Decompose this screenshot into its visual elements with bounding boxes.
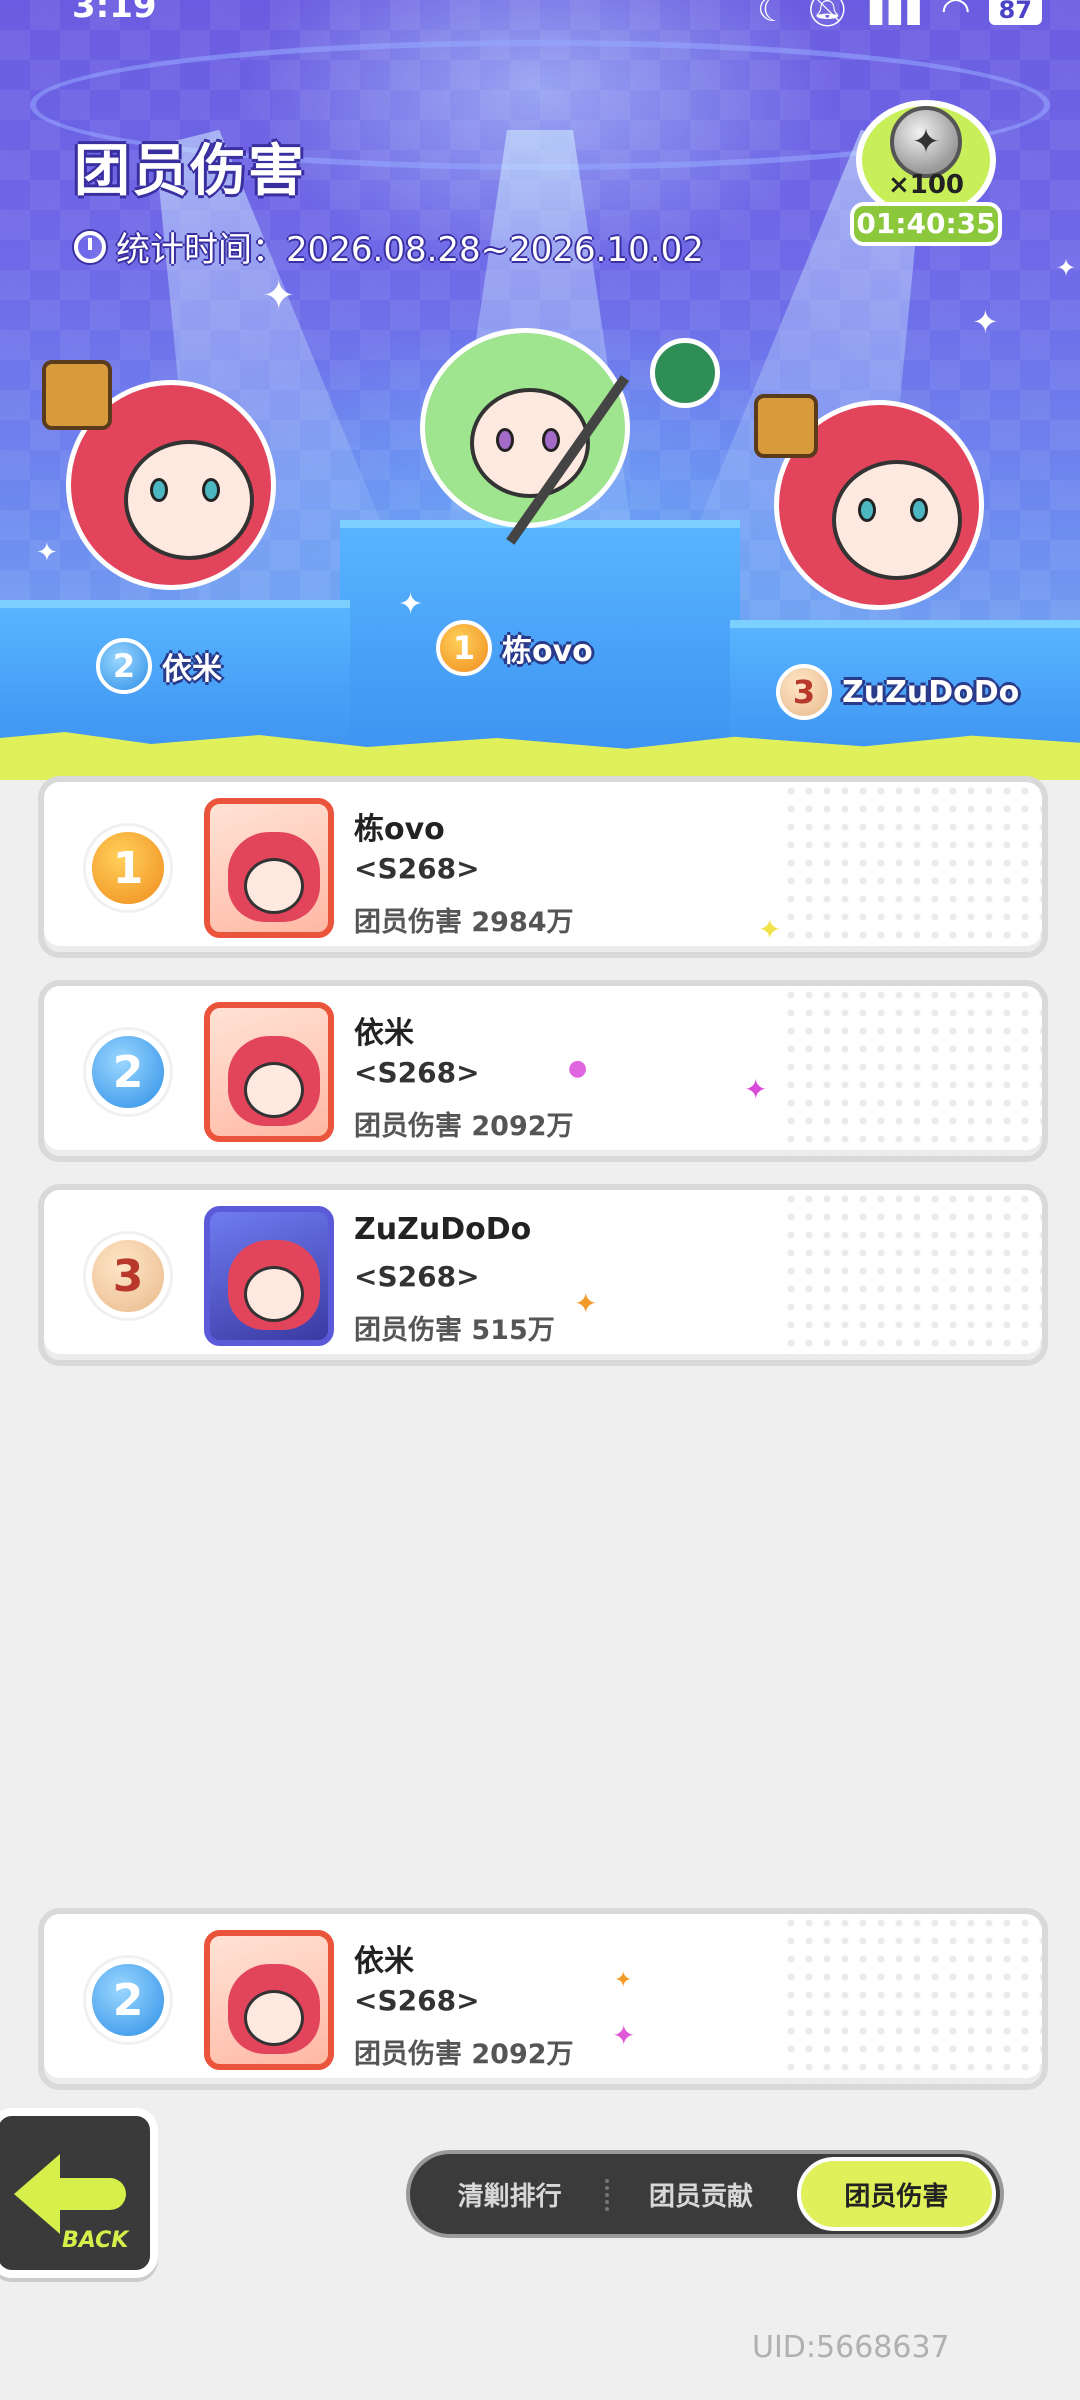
- rank-medal-icon: 2: [96, 638, 152, 694]
- sparkle-icon: ✦: [612, 2019, 636, 2052]
- sparkle-icon: ✦: [758, 913, 782, 946]
- card-dots: [782, 1914, 1042, 2084]
- tab-bar: 清剿排行 团员贡献 团员伤害: [406, 2150, 1004, 2238]
- avatar[interactable]: [204, 1930, 334, 2070]
- sparkle-icon: ✦: [1056, 254, 1077, 282]
- sparkle-icon: ✦: [972, 303, 999, 341]
- user-id: UID:5668637: [752, 2330, 950, 2365]
- sparkle-icon: ✦: [574, 1287, 598, 1320]
- member-server: <S268>: [354, 852, 480, 885]
- reward-badge[interactable]: ✦ ×100 01:40:35: [850, 100, 1002, 250]
- podium-name: 依米: [162, 652, 222, 687]
- member-name: 依米: [354, 1944, 414, 1979]
- self-ranking-row[interactable]: 2 依米 <S268> 团员伤害 2092万 ✦ ✦: [38, 1908, 1048, 2090]
- rank-medal-icon: 1: [436, 620, 492, 676]
- avatar[interactable]: [204, 1002, 334, 1142]
- back-button[interactable]: BACK: [0, 2108, 158, 2278]
- battery-icon: 87: [988, 0, 1042, 25]
- podium-name: 栋ovo: [502, 634, 593, 669]
- member-name: 依米: [354, 1016, 414, 1051]
- member-server: <S268>: [354, 1056, 480, 1089]
- rank-medal-icon: 3: [86, 1234, 170, 1318]
- sparkle-icon: ✦: [398, 587, 424, 622]
- avatar[interactable]: [204, 798, 334, 938]
- back-label: BACK: [62, 2228, 129, 2253]
- tab-member-contribution[interactable]: 团员贡献: [605, 2157, 796, 2231]
- back-arrow-icon: [56, 2178, 126, 2210]
- rank-medal-icon: 1: [86, 826, 170, 910]
- reward-quantity: ×100: [887, 170, 965, 200]
- sparkle-icon: ✦: [614, 1968, 633, 1993]
- tab-clear-ranking[interactable]: 清剿排行: [414, 2157, 605, 2231]
- sparkle-icon: ✦: [262, 273, 296, 319]
- card-dots: [782, 782, 1042, 952]
- signal-icon: ▮▮▮: [866, 0, 923, 30]
- member-damage: 团员伤害 2092万: [354, 2039, 574, 2070]
- status-bar: 3:19 ☾ 🔕︎ ▮▮▮ ◠ 87: [0, 0, 1080, 30]
- ranking-row-2[interactable]: 2 依米 <S268> 团员伤害 2092万 ✦ ●: [38, 980, 1048, 1162]
- reward-countdown: 01:40:35: [850, 202, 1002, 246]
- ranking-row-1[interactable]: 1 栋ovo <S268> 团员伤害 2984万 ✦: [38, 776, 1048, 958]
- member-server: <S268>: [354, 1260, 480, 1293]
- header-stage: ✦ ✦ ✦ ✦ ✦ 2 依米 1 栋ovo 3 ZuZuDoDo 团员伤害 统计…: [0, 0, 1080, 760]
- moon-icon: ☾: [757, 0, 788, 30]
- rank-medal-icon: 2: [86, 1958, 170, 2042]
- wifi-icon: ◠: [940, 0, 971, 30]
- character-rank-2: [42, 360, 302, 620]
- back-arrow-icon: [14, 2154, 60, 2234]
- status-icons: ☾ 🔕︎ ▮▮▮ ◠ 87: [757, 0, 1042, 30]
- rank-medal-icon: 3: [776, 664, 832, 720]
- member-server: <S268>: [354, 1984, 480, 2017]
- podium-entry-2: 2 依米: [96, 638, 222, 694]
- sparkle-icon: ✦: [744, 1073, 768, 1106]
- character-rank-3: [754, 380, 1020, 620]
- status-time: 3:19: [72, 0, 157, 26]
- clock-icon: [74, 230, 106, 263]
- page-title: 团员伤害: [74, 139, 306, 204]
- podium-entry-1: 1 栋ovo: [436, 620, 593, 676]
- card-dots: [782, 1190, 1042, 1360]
- member-damage: 团员伤害 2092万: [354, 1111, 574, 1142]
- member-name: 栋ovo: [354, 812, 445, 847]
- member-damage: 团员伤害 2984万: [354, 907, 574, 938]
- stat-period: 统计时间：2026.08.28~2026.10.02: [74, 222, 704, 271]
- sparkle-icon: ●: [568, 1056, 588, 1081]
- tab-member-damage[interactable]: 团员伤害: [796, 2157, 996, 2231]
- ranking-row-3[interactable]: 3 ZuZuDoDo <S268> 团员伤害 515万 ✦: [38, 1184, 1048, 1366]
- card-dots: [782, 986, 1042, 1156]
- mute-icon: 🔕︎: [805, 0, 849, 30]
- member-damage: 团员伤害 515万: [354, 1315, 555, 1346]
- member-name: ZuZuDoDo: [354, 1212, 532, 1247]
- coin-icon: ✦: [890, 106, 962, 178]
- podium-entry-3: 3 ZuZuDoDo: [776, 664, 1019, 720]
- podium-name: ZuZuDoDo: [842, 674, 1020, 710]
- rank-medal-icon: 2: [86, 1030, 170, 1114]
- character-rank-1: [400, 318, 760, 558]
- avatar[interactable]: [204, 1206, 334, 1346]
- stat-period-text: 统计时间：2026.08.28~2026.10.02: [116, 230, 704, 270]
